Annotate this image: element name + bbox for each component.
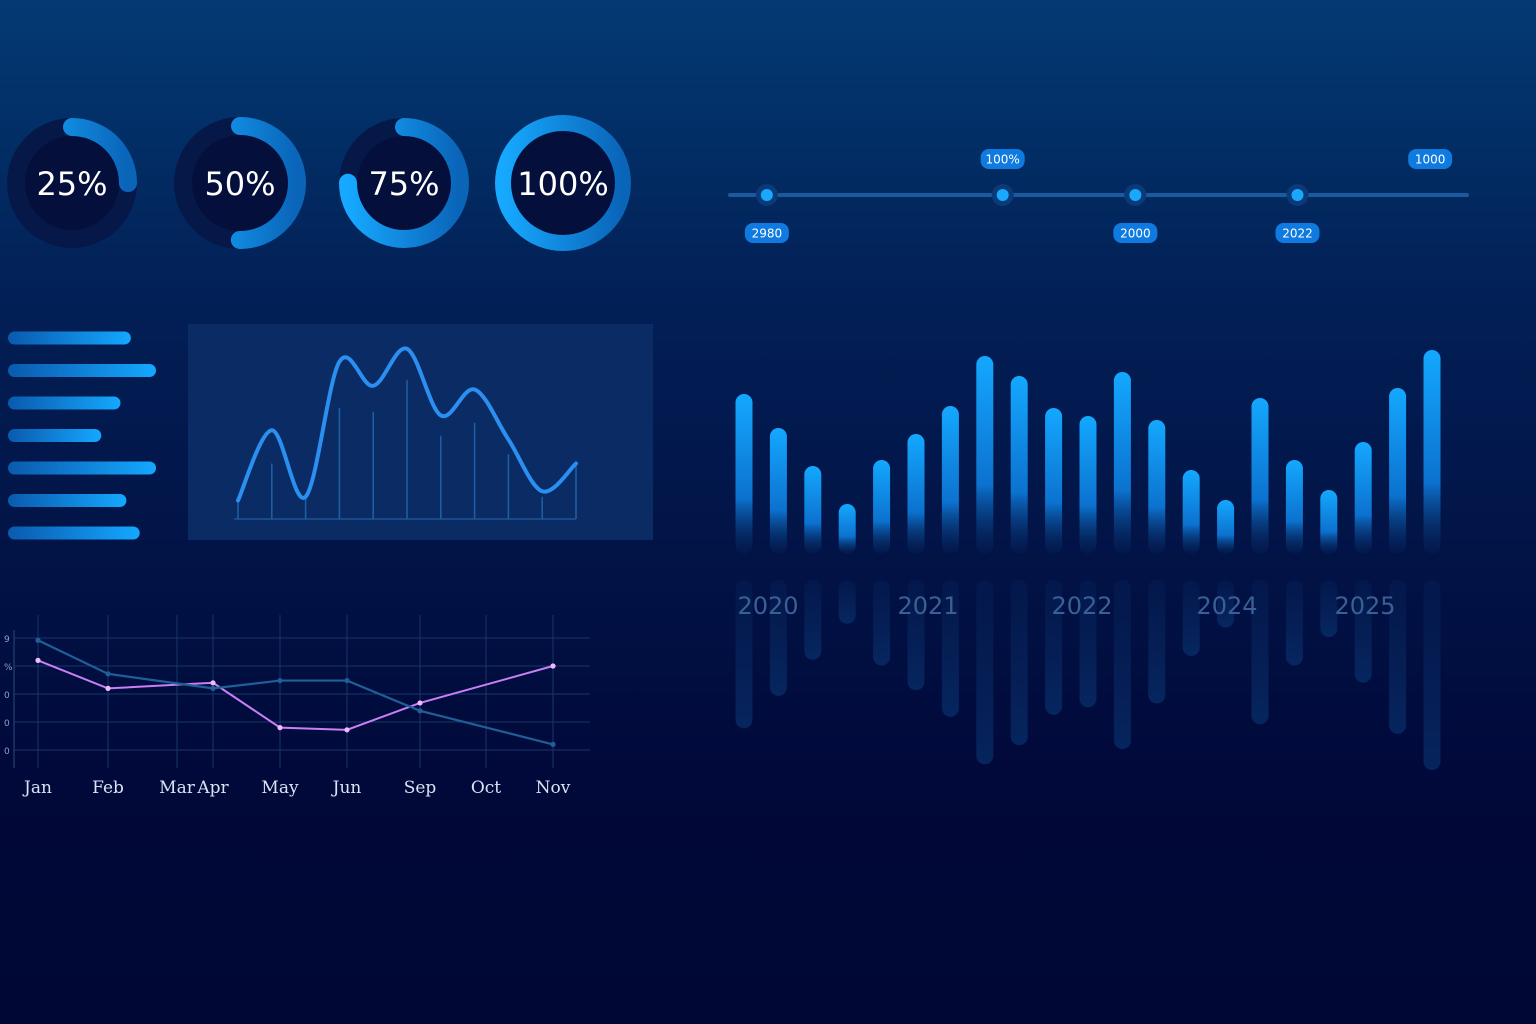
year-axis-label: 2022 bbox=[1051, 592, 1112, 620]
vertical-bar-reflection bbox=[838, 580, 856, 624]
vertical-bar-reflection bbox=[1285, 580, 1303, 666]
vertical-bar bbox=[976, 356, 994, 554]
donut-row: 25% 50% 75% 100% bbox=[7, 115, 631, 251]
vertical-bar bbox=[1045, 408, 1063, 554]
donut-percent-label: 50% bbox=[204, 165, 275, 203]
horizontal-bar bbox=[8, 396, 121, 410]
horizontal-bar bbox=[8, 526, 140, 540]
horizontal-bar-chart bbox=[8, 331, 156, 540]
x-tick-label: Feb bbox=[92, 778, 124, 798]
y-tick-label: 9 bbox=[4, 635, 10, 645]
line-point bbox=[105, 685, 111, 691]
line-point bbox=[277, 677, 283, 684]
x-tick-label: Oct bbox=[471, 778, 501, 798]
x-tick-label: May bbox=[261, 778, 299, 798]
y-tick-label: % bbox=[4, 663, 13, 673]
vertical-bar bbox=[1423, 350, 1441, 554]
line-point bbox=[277, 725, 283, 731]
donut-percent-label: 25% bbox=[36, 165, 107, 203]
vertical-bar bbox=[873, 460, 891, 554]
vertical-bar-reflection bbox=[1113, 580, 1131, 750]
line-point bbox=[210, 685, 216, 691]
x-tick-label: Nov bbox=[536, 778, 571, 798]
year-axis-label: 2025 bbox=[1334, 592, 1395, 620]
timeline-badge-label: 2022 bbox=[1282, 227, 1313, 241]
horizontal-bar bbox=[8, 429, 102, 442]
year-axis-label: 2020 bbox=[737, 592, 798, 620]
line-point bbox=[550, 663, 556, 669]
line-chart: 9% 0 0 0 Jan Feb Mar Apr May Jun Sep Oct Nov bbox=[4, 615, 590, 798]
x-tick-label: Sep bbox=[404, 778, 437, 798]
y-tick-label: 0 bbox=[4, 691, 10, 701]
line-point bbox=[417, 700, 423, 706]
x-tick-label: Apr bbox=[196, 778, 229, 798]
timeline-marker bbox=[1291, 189, 1304, 201]
vertical-bar bbox=[1148, 420, 1166, 554]
vertical-bar-reflection bbox=[1148, 580, 1166, 704]
vertical-bar bbox=[1079, 416, 1097, 554]
timeline-badge-label: 2980 bbox=[752, 227, 783, 241]
line-point bbox=[105, 671, 111, 677]
timeline-badge-label: 2000 bbox=[1120, 227, 1151, 241]
vertical-bar bbox=[941, 406, 959, 554]
vertical-bar bbox=[769, 428, 787, 554]
vertical-bar bbox=[1251, 398, 1269, 554]
year-axis-label: 2021 bbox=[897, 592, 958, 620]
timeline-marker bbox=[760, 189, 773, 201]
timeline-marker bbox=[1129, 189, 1142, 201]
horizontal-bar bbox=[8, 331, 131, 345]
timeline-marker bbox=[996, 189, 1009, 201]
vertical-bar bbox=[1010, 376, 1028, 554]
timeline-chart: 2980 100% 2000 2022 1000 bbox=[728, 149, 1469, 243]
vertical-bar-reflection bbox=[1010, 580, 1028, 746]
x-tick-label: Jun bbox=[331, 778, 362, 798]
line-point bbox=[35, 657, 41, 663]
vertical-bar bbox=[1285, 460, 1303, 554]
vertical-bar bbox=[1182, 470, 1200, 554]
vertical-bar bbox=[838, 504, 856, 554]
vertical-bar-reflection bbox=[976, 580, 994, 765]
vertical-bar bbox=[804, 466, 822, 554]
vertical-bar-chart: 2020 2021 2022 2024 2025 bbox=[735, 350, 1441, 770]
timeline-badge-label: 1000 bbox=[1415, 153, 1446, 167]
donut-percent-label: 100% bbox=[517, 165, 608, 203]
x-tick-label: Mar bbox=[159, 778, 196, 798]
vertical-bar-reflection bbox=[873, 580, 891, 666]
vertical-bar bbox=[1320, 490, 1338, 554]
line-point bbox=[210, 680, 216, 686]
horizontal-bar bbox=[8, 364, 156, 377]
vertical-bar bbox=[1113, 372, 1131, 554]
y-tick-label: 0 bbox=[4, 719, 10, 729]
line-point bbox=[417, 708, 423, 714]
horizontal-bar bbox=[8, 461, 156, 475]
vertical-bar bbox=[1389, 388, 1407, 554]
timeline-badge-label: 100% bbox=[986, 153, 1020, 167]
donut-percent-label: 75% bbox=[368, 165, 439, 203]
line-point bbox=[344, 727, 350, 733]
line-point bbox=[344, 677, 350, 684]
line-point bbox=[35, 637, 41, 643]
vertical-bar bbox=[907, 434, 925, 554]
year-axis-label: 2024 bbox=[1196, 592, 1257, 620]
vertical-bar-reflection bbox=[1423, 580, 1441, 770]
y-tick-label: 0 bbox=[4, 747, 10, 757]
x-tick-label: Jan bbox=[22, 778, 52, 798]
vertical-bar-reflection bbox=[804, 580, 822, 660]
line-series bbox=[37, 659, 554, 731]
vertical-bar bbox=[1354, 442, 1372, 554]
area-chart bbox=[234, 346, 578, 520]
vertical-bar bbox=[735, 394, 753, 554]
vertical-bar bbox=[1217, 500, 1235, 554]
horizontal-bar bbox=[8, 494, 127, 507]
line-point bbox=[550, 741, 556, 747]
